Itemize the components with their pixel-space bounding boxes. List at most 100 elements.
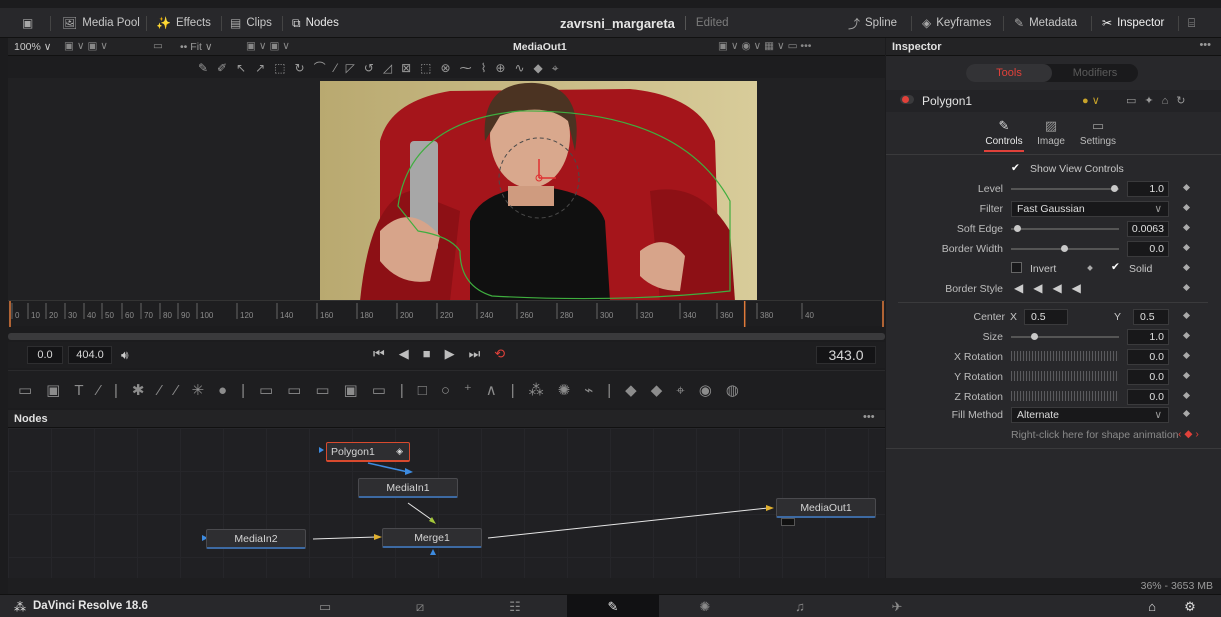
soft-edge-slider[interactable] <box>1011 225 1119 232</box>
ruler-tick-label: 160 <box>320 311 334 320</box>
node-mediain2[interactable]: MediaIn2 <box>206 529 306 549</box>
metadata-button[interactable]: ✎ Metadata <box>1014 8 1077 38</box>
solid-keyframe-icon[interactable] <box>1182 263 1191 272</box>
shape-keyframe-nav[interactable]: ‹ ◆ › <box>1178 428 1199 440</box>
polygon-tools[interactable]: ✎✐↖↗⬚↻⌒⁄◸↺◿⊠⬚⊗⁓⌇⊕∿◆⌖ <box>198 59 568 76</box>
y-rotation-field[interactable]: 0.0 <box>1127 369 1169 385</box>
page-cut-icon[interactable]: ⧄ <box>385 595 455 617</box>
inspector-options-icon[interactable]: ••• <box>1199 39 1211 51</box>
fill-method-keyframe-icon[interactable] <box>1182 409 1191 418</box>
x-rotation-field[interactable]: 0.0 <box>1127 349 1169 365</box>
size-field[interactable]: 1.0 <box>1127 329 1169 345</box>
layout-button[interactable]: ⌸ <box>1188 8 1195 38</box>
tool-header-icons[interactable]: ▭✦⌂↻ <box>1126 94 1193 107</box>
nodes-button[interactable]: ⧉ Nodes <box>292 8 339 38</box>
z-rotation-dial[interactable] <box>1011 391 1119 401</box>
clips-button[interactable]: ▤ Clips <box>230 8 272 38</box>
node-mediaout1[interactable]: MediaOut1 <box>776 498 876 518</box>
spline-button[interactable]: ⤴ Spline <box>848 8 897 38</box>
zoom-select[interactable]: 100% ∨ <box>14 41 51 53</box>
nodes-options-icon[interactable]: ••• <box>863 411 875 423</box>
viewer-view-options[interactable]: ▣ ∨ ◉ ∨ ▦ ∨ ▭ ••• <box>718 40 811 52</box>
timeline-ruler[interactable]: 0 10 20 30 40 50 60 70 80 90 100 120 140 160 180 200 220… <box>8 300 885 327</box>
color-tag-select[interactable]: ● ∨ <box>1082 94 1100 107</box>
border-width-keyframe-icon[interactable] <box>1182 243 1191 252</box>
center-x-field[interactable]: 0.5 <box>1024 309 1068 325</box>
show-view-controls-checkbox[interactable]: ✔ <box>1011 162 1020 174</box>
tool-enable-toggle[interactable] <box>900 95 914 104</box>
polygon-tool-bar: ✎✐↖↗⬚↻⌒⁄◸↺◿⊠⬚⊗⁓⌇⊕∿◆⌖ <box>8 56 885 78</box>
start-frame-field[interactable]: 0.0 <box>27 346 63 364</box>
go-to-end-icon[interactable]: ⏭ <box>469 346 481 362</box>
invert-checkbox[interactable] <box>1011 262 1022 273</box>
end-frame-field[interactable]: 404.0 <box>68 346 112 364</box>
invert-keyframe-icon[interactable] <box>1087 265 1093 271</box>
effects-button[interactable]: ✨ Effects <box>156 8 211 38</box>
x-rotation-keyframe-icon[interactable] <box>1182 351 1191 360</box>
play-forward-icon[interactable]: ▶ <box>445 346 455 362</box>
x-rotation-dial[interactable] <box>1011 351 1119 361</box>
subtab-settings[interactable]: ▭ Settings <box>1078 118 1118 147</box>
scrub-bar[interactable] <box>8 333 885 340</box>
z-rotation-keyframe-icon[interactable] <box>1182 391 1191 400</box>
stop-icon[interactable]: ■ <box>423 346 431 362</box>
shape-animation-row[interactable]: Right-click here for shape animation ‹ ◆… <box>886 426 1221 444</box>
size-keyframe-icon[interactable] <box>1182 331 1191 340</box>
ruler-tick-label: 20 <box>49 311 58 320</box>
node-polygon1[interactable]: Polygon1 ◈ <box>326 442 410 462</box>
subtab-controls[interactable]: ✎ Controls <box>984 118 1024 152</box>
media-pool-button[interactable]: 🖼 Media Pool <box>62 8 140 38</box>
soft-edge-keyframe-icon[interactable] <box>1182 223 1191 232</box>
page-fairlight-icon[interactable]: ♫ <box>765 595 835 617</box>
level-field[interactable]: 1.0 <box>1127 181 1169 197</box>
filter-keyframe-icon[interactable] <box>1182 203 1191 212</box>
filter-select[interactable]: Fast Gaussian ∨ <box>1011 201 1169 217</box>
settings-gear-icon[interactable]: ⚙ <box>1178 595 1202 617</box>
tab-modifiers[interactable]: Modifiers <box>1052 64 1138 82</box>
node-mediain1[interactable]: MediaIn1 <box>358 478 458 498</box>
page-edit-icon[interactable]: ☷ <box>480 595 550 617</box>
border-width-slider[interactable] <box>1011 245 1119 252</box>
size-slider[interactable] <box>1011 333 1119 340</box>
video-frame[interactable] <box>320 81 757 301</box>
keyframes-button[interactable]: ◈ Keyframes <box>922 8 991 38</box>
inspector-button[interactable]: ✂ Inspector <box>1102 8 1164 38</box>
loop-icon[interactable]: ⟲ <box>494 346 505 362</box>
soft-edge-field[interactable]: 0.0063 <box>1127 221 1169 237</box>
fit-select[interactable]: •• Fit ∨ <box>180 41 213 53</box>
y-rotation-dial[interactable] <box>1011 371 1119 381</box>
page-color-icon[interactable]: ✺ <box>670 595 740 617</box>
page-media-icon[interactable]: ▭ <box>290 595 360 617</box>
node-merge1[interactable]: Merge1 <box>382 528 482 548</box>
viewer-options-icon[interactable]: ▣ ∨ ▣ ∨ <box>64 40 108 52</box>
play-reverse-icon[interactable]: ◀ <box>399 346 409 362</box>
go-to-start-icon[interactable]: ⏮ <box>373 346 385 362</box>
center-keyframe-icon[interactable] <box>1182 311 1191 320</box>
node-graph[interactable]: Polygon1 ◈ MediaIn1 MediaIn2 Merge1 Medi… <box>8 428 885 578</box>
channel-icon[interactable]: ▣ ∨ ▣ ∨ <box>246 40 290 52</box>
border-style-keyframe-icon[interactable] <box>1182 283 1191 292</box>
size-row: Size 1.0 <box>886 328 1221 346</box>
inspector-title: Inspector <box>892 41 942 53</box>
border-width-field[interactable]: 0.0 <box>1127 241 1169 257</box>
z-rotation-field[interactable]: 0.0 <box>1127 389 1169 405</box>
fill-method-select[interactable]: Alternate ∨ <box>1011 407 1169 423</box>
level-keyframe-icon[interactable] <box>1182 183 1191 192</box>
tool-icons[interactable]: ▭▣T⁄|✱⁄⁄✳●|▭▭▭▣▭|□○⁺∧|⁂✺⌁|◆◆⌖◉◍ <box>18 381 753 399</box>
page-deliver-icon[interactable]: ✈ <box>862 595 932 617</box>
tab-tools[interactable]: Tools <box>966 64 1052 82</box>
page-fusion-icon[interactable]: ✎ <box>567 595 659 617</box>
current-frame-field[interactable]: 343.0 <box>816 346 876 364</box>
ruler-tick-label: 90 <box>181 311 190 320</box>
volume-icon[interactable]: 🔊︎ <box>121 348 129 363</box>
level-slider[interactable] <box>1011 185 1119 192</box>
roi-icon[interactable]: ▭ <box>153 40 163 52</box>
subtab-image[interactable]: ▨ Image <box>1031 118 1071 147</box>
home-icon[interactable]: ⌂ <box>1140 595 1164 617</box>
y-rotation-keyframe-icon[interactable] <box>1182 371 1191 380</box>
border-style-buttons[interactable]: ◀◀◀◀ <box>1014 281 1091 295</box>
center-y-field[interactable]: 0.5 <box>1133 309 1169 325</box>
panel-toggle-button[interactable]: ▣ <box>22 8 33 38</box>
inspector-label: Inspector <box>1117 17 1165 29</box>
solid-checkbox[interactable]: ✔ <box>1111 261 1120 273</box>
